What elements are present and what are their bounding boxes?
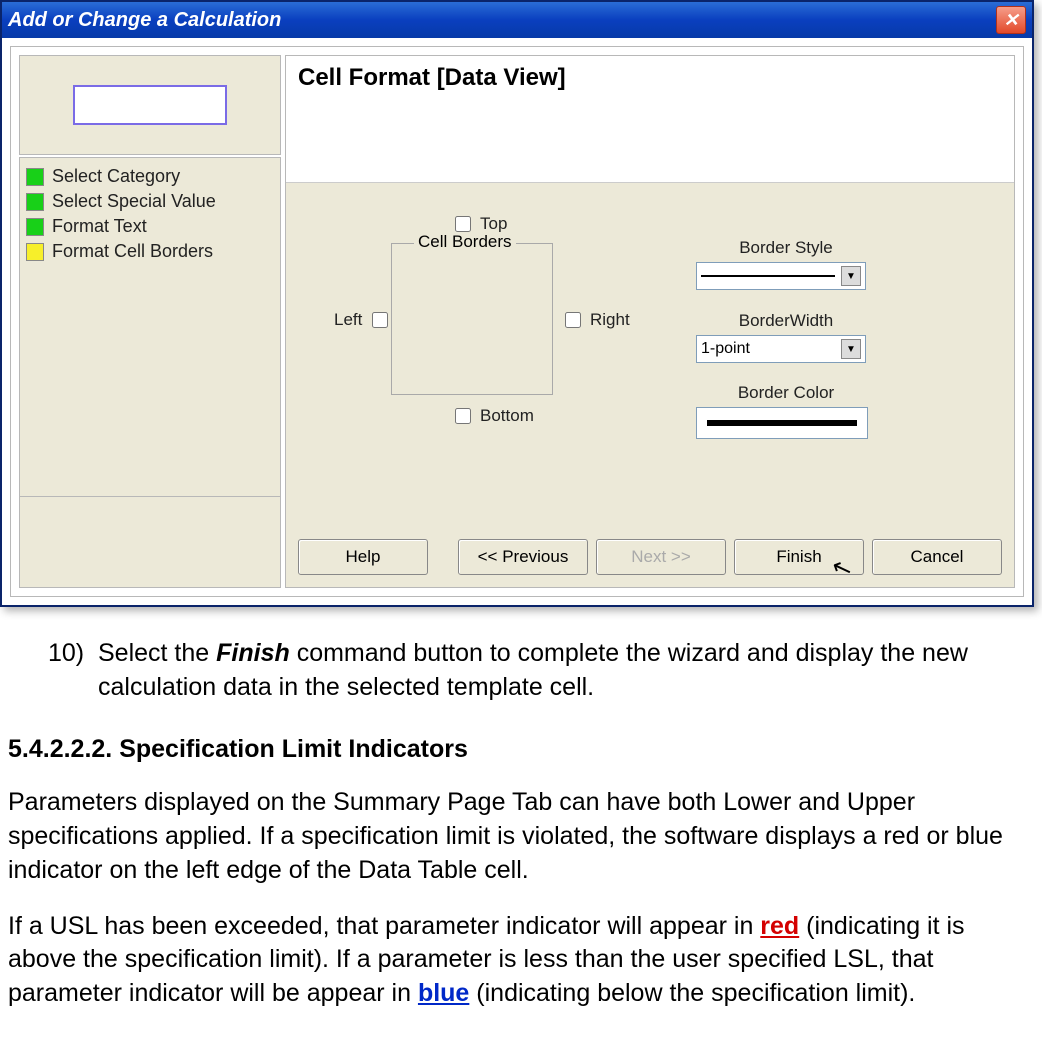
list-number: 10) [48,637,98,705]
sidebar-bottom [19,497,281,588]
step-item[interactable]: Format Text [24,214,276,239]
close-icon: ✕ [1003,10,1018,31]
window-title: Add or Change a Calculation [8,9,281,32]
checkbox-input[interactable] [565,312,581,328]
border-width-label: BorderWidth [696,311,876,331]
keyword-finish: Finish [216,639,290,667]
close-button[interactable]: ✕ [996,6,1026,34]
chevron-down-icon: ▼ [841,266,861,286]
step-label: Format Cell Borders [52,241,213,262]
button-label: Finish [776,547,821,567]
checkbox-input[interactable] [455,216,471,232]
paragraph: If a USL has been exceeded, that paramet… [8,910,1034,1011]
button-label: Cancel [911,547,964,567]
main-panel: Cell Format [Data View] Top Left Cell Bo… [285,55,1015,588]
checkbox-label: Bottom [480,406,534,426]
border-style-block: Border Style ▼ [696,238,876,290]
border-width-block: BorderWidth 1-point ▼ [696,311,876,363]
step-item[interactable]: Select Category [24,164,276,189]
step-label: Select Category [52,166,180,187]
paragraph: Parameters displayed on the Summary Page… [8,786,1034,887]
next-button: Next >> [596,539,726,575]
cancel-button[interactable]: Cancel [872,539,1002,575]
wizard-dialog: Add or Change a Calculation ✕ Select Cat… [0,0,1034,607]
button-label: << Previous [478,547,569,567]
help-button[interactable]: Help [298,539,428,575]
border-style-select[interactable]: ▼ [696,262,866,290]
panel-title: Cell Format [Data View] [286,56,1014,183]
button-row: Help << Previous Next >> Finish Cancel ↖ [286,523,1014,587]
fieldset-title: Cell Borders [414,232,516,252]
border-color-block: Border Color [696,383,876,439]
border-width-value: 1-point [701,340,841,358]
list-item: 10) Select the Finish command button to … [48,637,1034,705]
checkbox-label: Top [480,214,507,234]
chevron-down-icon: ▼ [841,339,861,359]
cell-borders-fieldset: Cell Borders [391,243,553,395]
keyword-blue: blue [418,979,469,1007]
list-text: Select the Finish command button to comp… [98,637,1034,705]
checkbox-input[interactable] [455,408,471,424]
checkbox-label: Left [334,310,362,330]
keyword-red: red [760,912,799,940]
border-color-select[interactable] [696,407,868,439]
dialog-body: Select Category Select Special Value For… [10,46,1024,597]
titlebar: Add or Change a Calculation ✕ [2,2,1032,38]
border-style-label: Border Style [696,238,876,258]
section-heading: 5.4.2.2.2. Specification Limit Indicator… [8,733,1034,767]
step-label: Format Text [52,216,147,237]
wizard-sidebar: Select Category Select Special Value For… [19,55,281,588]
document-body: 10) Select the Finish command button to … [0,637,1042,1063]
step-status-icon [26,193,44,211]
border-color-label: Border Color [696,383,876,403]
step-status-icon [26,218,44,236]
left-border-checkbox[interactable]: Left [334,309,391,331]
preview-cell [73,85,227,125]
wizard-steps: Select Category Select Special Value For… [19,157,281,497]
button-label: Help [346,547,381,567]
step-status-icon [26,168,44,186]
step-status-icon [26,243,44,261]
checkbox-label: Right [590,310,630,330]
color-preview [707,420,857,426]
step-item[interactable]: Format Cell Borders [24,239,276,264]
step-item[interactable]: Select Special Value [24,189,276,214]
preview-box [19,55,281,155]
checkbox-input[interactable] [372,312,388,328]
right-border-checkbox[interactable]: Right [561,309,630,331]
line-style-preview [701,275,835,277]
step-label: Select Special Value [52,191,216,212]
form-area: Top Left Cell Borders Right Bottom [286,183,1014,523]
previous-button[interactable]: << Previous [458,539,588,575]
border-width-select[interactable]: 1-point ▼ [696,335,866,363]
bottom-border-checkbox[interactable]: Bottom [451,405,534,427]
button-label: Next >> [631,547,691,567]
